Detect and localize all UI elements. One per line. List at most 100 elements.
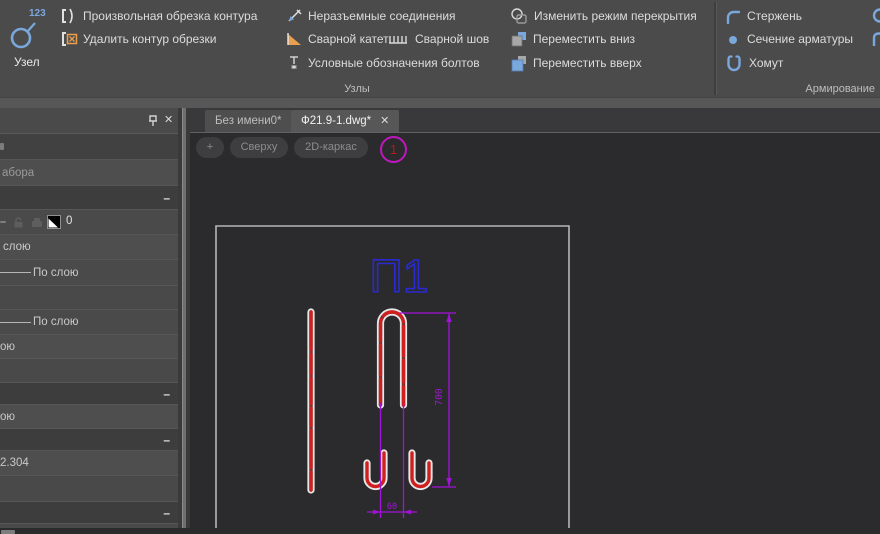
drawing-view: П1 700 60 [190, 132, 880, 528]
collapse-icon[interactable]: – [163, 191, 170, 205]
dimension-text-horizontal: 60 [387, 502, 397, 512]
trim-contour-button[interactable]: Произвольная обрезка контура [60, 7, 257, 25]
piece-label: П1 [370, 250, 429, 302]
color-swatch[interactable] [47, 215, 61, 229]
linetype-preview [0, 272, 31, 273]
bar-icon [724, 8, 742, 25]
section-header-general[interactable]: – [0, 186, 178, 210]
stirrup-button[interactable]: Хомут [724, 54, 783, 72]
move-down-label: Переместить вниз [533, 32, 635, 46]
trim-contour-label: Произвольная обрезка контура [83, 9, 257, 23]
property-row-linetype[interactable]: По слою [0, 260, 178, 286]
move-up-label: Переместить вверх [533, 56, 642, 70]
plot-icon [30, 216, 44, 229]
lineweight-value: По слою [33, 316, 78, 328]
ribbon-group-separator [714, 2, 717, 95]
collapse-icon[interactable]: – [163, 506, 170, 520]
overlap-mode-icon [510, 8, 529, 25]
property-row-blank[interactable] [0, 286, 178, 310]
viewport-view-button[interactable]: Сверху [230, 137, 288, 158]
property-row-material[interactable]: ою [0, 405, 178, 429]
permanent-joints-icon [285, 8, 303, 24]
clipped-text-fragment [0, 143, 4, 150]
viewport-controls-expand-button[interactable]: + [196, 137, 224, 158]
ribbon: 123 Узел Произвольная обрезка контура Уд… [0, 0, 880, 97]
property-row-selection[interactable] [0, 134, 178, 160]
trim-contour-icon [60, 8, 78, 24]
move-down-button[interactable]: Переместить вниз [510, 30, 635, 48]
collapse-icon[interactable]: – [163, 433, 170, 447]
clipped-arc-icon [872, 8, 880, 23]
ribbon-bottom-strip [0, 97, 880, 108]
stirrup-label: Хомут [749, 56, 783, 70]
node-number-badge: 123 [29, 8, 46, 19]
node-button-label: Узел [2, 55, 58, 69]
rebar-core-dark [311, 312, 404, 490]
transparency-value: ою [0, 341, 15, 353]
bolt-symbols-icon [285, 55, 303, 71]
group-label-reinforcement: Армирование [718, 83, 875, 97]
number-value: 2.304 [0, 457, 29, 469]
property-row-layer[interactable]: 0 [0, 210, 178, 235]
viewport-visual-style-button[interactable]: 2D-каркас [294, 137, 368, 158]
layer-value: 0 [66, 215, 72, 227]
panel-close-icon[interactable]: ✕ [164, 113, 173, 126]
property-row-blank[interactable] [0, 476, 178, 502]
section-header-misc[interactable]: – [0, 502, 178, 524]
node-icon [8, 16, 48, 52]
move-up-button[interactable]: Переместить вверх [510, 54, 642, 72]
tab-close-icon[interactable]: ✕ [380, 110, 389, 132]
clipped-text-fragment [1, 530, 15, 534]
bar-button[interactable]: Стержень [724, 7, 802, 25]
clipped-corner-icon [872, 32, 880, 47]
bolt-symbols-label: Условные обозначения болтов [308, 56, 480, 70]
property-row-lineweight[interactable]: По слою [0, 310, 178, 335]
node-button[interactable]: 123 Узел [2, 2, 58, 82]
lock-icon [12, 216, 25, 229]
bolt-symbols-button[interactable]: Условные обозначения болтов [285, 54, 480, 72]
linetype-value: По слою [33, 267, 78, 279]
weld-leg-button[interactable]: Сварной катет [285, 30, 389, 48]
properties-panel-header: ✕ [0, 108, 178, 134]
move-down-icon [510, 31, 528, 48]
move-up-icon [510, 55, 528, 72]
group-label-nodes: Узлы [0, 83, 714, 97]
tab-unnamed-label: Без имени0* [215, 115, 282, 127]
property-row-blank[interactable] [0, 359, 178, 383]
section-header-view[interactable]: – [0, 429, 178, 451]
tab-active-document[interactable]: Ф21.9-1.dwg* ✕ [291, 110, 399, 132]
weld-seam-icon [388, 32, 410, 46]
no-selection-value: абора [0, 167, 34, 179]
delete-trim-icon [60, 31, 78, 47]
delete-trim-button[interactable]: Удалить контур обрезки [60, 30, 216, 48]
rebar-section-icon [724, 31, 742, 48]
weld-leg-icon [285, 31, 303, 47]
material-value: ою [0, 411, 15, 423]
weld-seam-button[interactable]: Сварной шов [388, 30, 489, 48]
collapse-icon[interactable]: – [163, 387, 170, 401]
clipped-icon-fragment [0, 221, 6, 223]
rebar-section-button[interactable]: Сечение арматуры [724, 30, 853, 48]
tab-unnamed-document[interactable]: Без имени0* [205, 110, 292, 132]
document-tabbar: Без имени0* Ф21.9-1.dwg* ✕ [190, 108, 880, 133]
delete-trim-label: Удалить контур обрезки [83, 32, 216, 46]
property-row-no-selection[interactable]: абора [0, 160, 178, 186]
callout-marker-1: 1 [380, 136, 407, 163]
tab-active-label: Ф21.9-1.dwg* [301, 110, 371, 132]
pin-icon[interactable] [146, 114, 160, 128]
section-header-3d[interactable]: – [0, 383, 178, 405]
properties-panel: ✕ абора – 0 слою По слою По слою [0, 108, 178, 528]
weld-seam-label: Сварной шов [415, 32, 489, 46]
bar-label: Стержень [747, 9, 802, 23]
lineweight-preview [0, 322, 31, 323]
overlap-mode-label: Изменить режим перекрытия [534, 9, 697, 23]
permanent-joints-button[interactable]: Неразъемные соединения [285, 7, 456, 25]
panel-splitter-handle[interactable] [182, 108, 186, 528]
dimension-text-vertical: 700 [434, 388, 445, 405]
property-row-color[interactable]: слою [0, 235, 178, 260]
property-row-transparency[interactable]: ою [0, 335, 178, 359]
overlap-mode-button[interactable]: Изменить режим перекрытия [510, 7, 697, 25]
property-row-number[interactable]: 2.304 [0, 451, 178, 476]
permanent-joints-label: Неразъемные соединения [308, 9, 456, 23]
weld-leg-label: Сварной катет [308, 32, 389, 46]
